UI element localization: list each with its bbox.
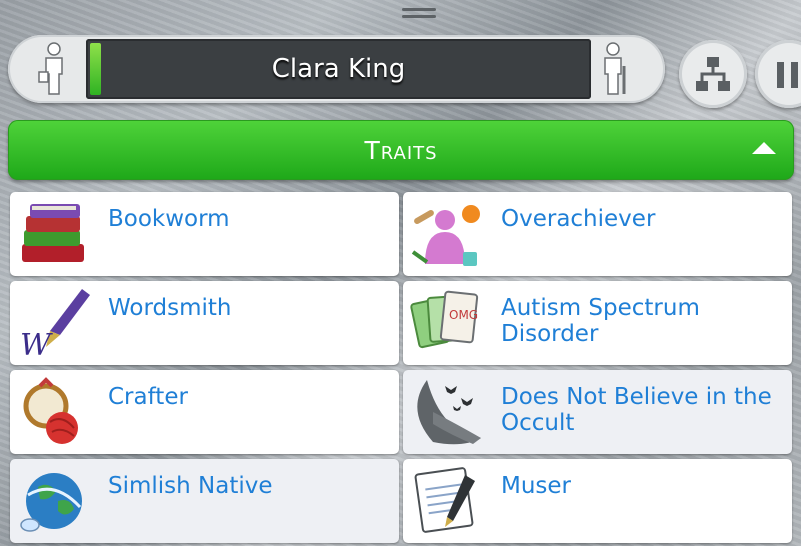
globe-icon — [20, 473, 82, 532]
svg-text:OMG: OMG — [449, 308, 478, 322]
adult-age-icon — [26, 41, 82, 97]
trait-does-not-believe-in-the-occult[interactable]: Does Not Believe in the Occult — [403, 370, 792, 454]
trait-label: Crafter — [108, 384, 188, 410]
family-tree-icon — [696, 57, 730, 91]
trait-simlish-native[interactable]: Simlish Native — [10, 459, 399, 543]
moon-bats-icon — [417, 380, 481, 445]
trait-label: Bookworm — [108, 206, 230, 232]
trait-label: Wordsmith — [108, 295, 232, 321]
trait-label: Autism Spectrum Disorder — [501, 295, 700, 347]
trait-overachiever[interactable]: Overachiever — [403, 192, 792, 276]
trait-autism-spectrum-disorder[interactable]: OMG Autism Spectrum Disorder — [403, 281, 792, 365]
notebook-icon — [414, 467, 475, 533]
elder-age-icon — [587, 41, 643, 97]
trait-label: Does Not Believe in the Occult — [501, 384, 772, 436]
trait-label: Simlish Native — [108, 473, 273, 499]
trait-bookworm[interactable]: Bookworm — [10, 192, 399, 276]
trait-muser[interactable]: Muser — [403, 459, 792, 543]
sim-name-bar: Clara King — [8, 35, 665, 103]
svg-text:W: W — [20, 328, 53, 363]
drag-handle[interactable] — [402, 8, 436, 22]
family-tree-button[interactable] — [679, 40, 747, 108]
trait-label: Muser — [501, 473, 572, 499]
overachiever-icon — [411, 205, 480, 266]
fountain-pen-icon: W — [20, 289, 90, 363]
sim-name-field[interactable]: Clara King — [86, 39, 591, 99]
cards-icon: OMG — [410, 290, 479, 349]
sim-name: Clara King — [271, 54, 406, 84]
trait-crafter[interactable]: Crafter — [10, 370, 399, 454]
traits-header[interactable]: Traits — [8, 120, 794, 180]
bars-icon — [777, 62, 798, 88]
trait-wordsmith[interactable]: W Wordsmith — [10, 281, 399, 365]
books-icon — [22, 204, 84, 262]
yarn-icon — [23, 377, 78, 444]
trait-label: Overachiever — [501, 206, 656, 232]
traits-title: Traits — [364, 135, 438, 165]
collapse-arrow-icon[interactable] — [752, 142, 776, 154]
